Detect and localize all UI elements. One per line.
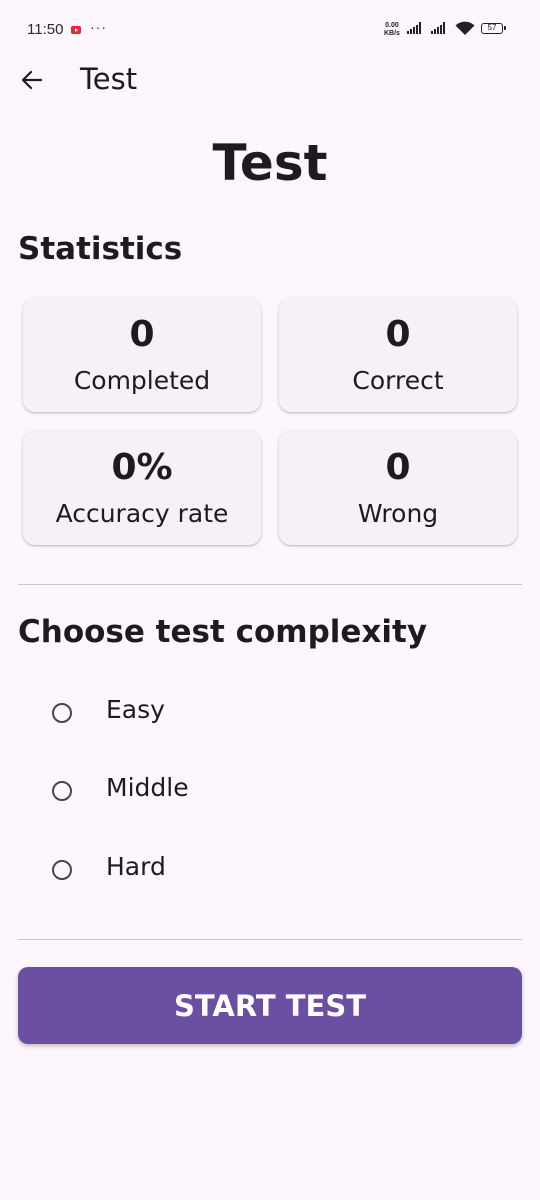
youtube-notification-icon [71, 26, 81, 34]
start-test-button[interactable]: START TEST [18, 967, 522, 1044]
app-bar: Test [0, 56, 540, 104]
radio-label: Hard [106, 852, 166, 881]
stat-value: 0% [111, 447, 173, 488]
page-title: Test [212, 134, 328, 192]
wifi-icon [455, 21, 475, 35]
statistics-title: Statistics [18, 231, 183, 267]
arrow-left-icon [21, 70, 43, 90]
network-speed-value: 0.00 [385, 22, 399, 29]
app-bar-title: Test [80, 62, 138, 96]
radio-option-hard[interactable]: Hard [40, 842, 480, 898]
signal-icon [407, 22, 421, 34]
signal-icon [431, 22, 445, 34]
stat-label: Wrong [357, 499, 439, 528]
stat-label: Completed [73, 366, 211, 395]
stat-card-wrong: 0 Wrong [279, 431, 517, 545]
radio-button-middle[interactable] [52, 781, 72, 801]
radio-label: Easy [106, 695, 165, 724]
stat-card-completed: 0 Completed [23, 298, 261, 412]
divider [18, 939, 522, 940]
battery-icon: 57 [481, 23, 506, 34]
stat-value: 0 [129, 314, 155, 355]
radio-button-hard[interactable] [52, 860, 72, 880]
status-time: 11:50 [27, 21, 64, 38]
radio-option-middle[interactable]: Middle [40, 763, 480, 819]
network-speed-unit: KB/s [384, 30, 400, 37]
stat-card-accuracy-rate: 0% Accuracy rate [23, 431, 261, 545]
stat-value: 0 [385, 447, 411, 488]
network-speed: 0.00 KB/s [384, 22, 400, 38]
more-notifications-icon: ··· [90, 19, 107, 35]
back-button[interactable] [14, 62, 50, 98]
stat-label: Accuracy rate [55, 499, 229, 528]
stat-label: Correct [352, 366, 444, 395]
stat-card-correct: 0 Correct [279, 298, 517, 412]
stat-value: 0 [385, 314, 411, 355]
complexity-title: Choose test complexity [18, 614, 428, 650]
radio-button-easy[interactable] [52, 703, 72, 723]
divider [18, 584, 522, 585]
radio-label: Middle [106, 773, 189, 802]
status-bar: 11:50 ··· 0.00 KB/s 57 [0, 0, 540, 60]
radio-option-easy[interactable]: Easy [40, 685, 480, 741]
